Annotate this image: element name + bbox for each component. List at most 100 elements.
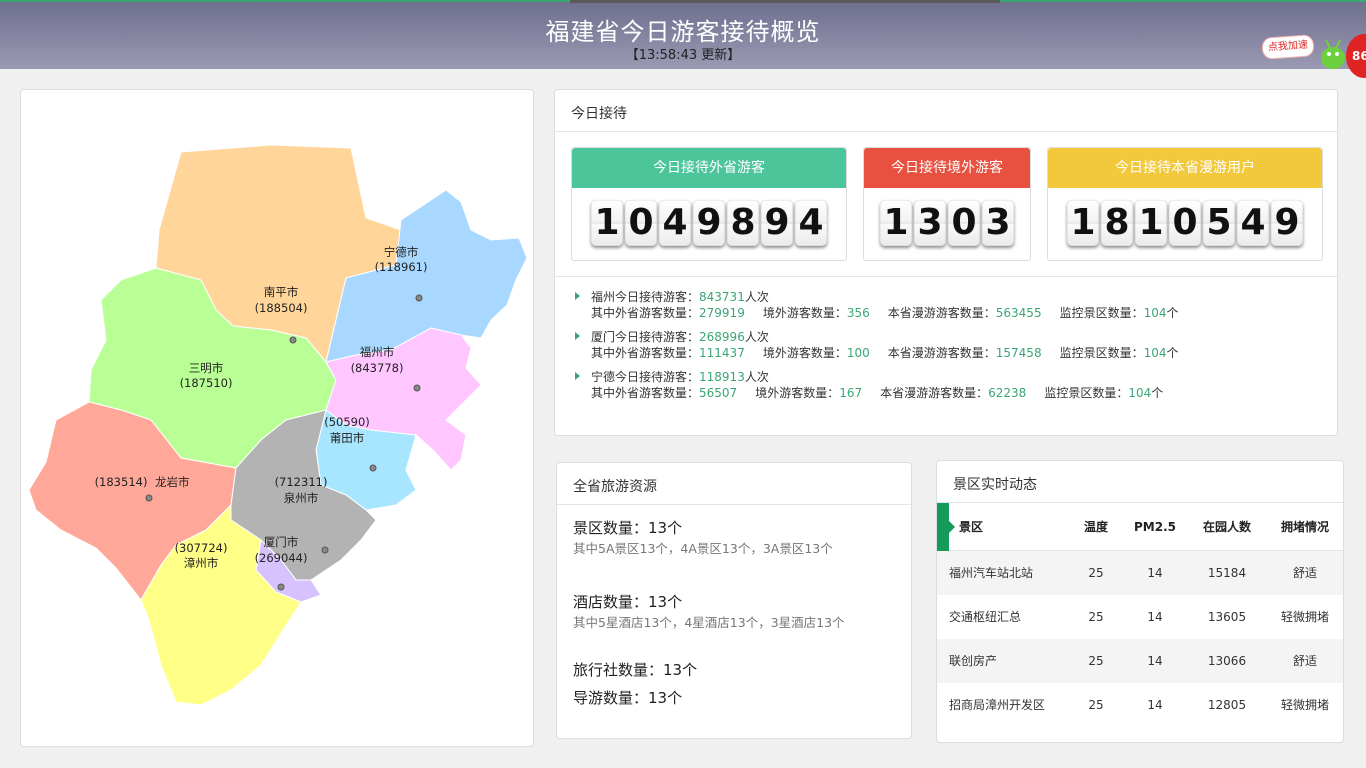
counter-head-roaming: 今日接待本省漫游用户 [1048,148,1322,188]
divider [555,276,1337,277]
map-label-xiamen-name: 厦门市 [264,535,299,549]
stat-label: 境外游客数量： [755,386,840,400]
hotel-detail: 其中5星酒店13个，4星酒店13个，3星酒店13个 [573,615,845,630]
map-label-nanping-value: (188504) [255,301,308,315]
triangle-bullet-icon [575,332,580,340]
cell-scenic: 福州汽车站北站 [949,566,1034,580]
stat-value: 104 [1128,386,1152,400]
scenic-detail: 其中5A景区13个，4A景区13个，3A景区13个 [573,541,833,556]
cell-temperature: 25 [1088,654,1104,668]
counter-digits: 1049894 [572,200,846,246]
column-header-congestion[interactable]: 拥堵情况 [1271,503,1339,551]
stat-value: 104 [1143,306,1167,320]
map-label-longyan-name: 龙岩市 [155,475,190,489]
stat-value: 167 [839,386,863,400]
map-label-quanzhou-value: (712311) [275,475,328,489]
table-row[interactable]: 联创房产 25 14 13066 舒适 [937,639,1343,683]
map-label-fuzhou-name: 福州市 [360,345,395,359]
table-row[interactable]: 福州汽车站北站 25 14 15184 舒适 [937,551,1343,595]
map-marker [277,583,285,591]
city-total: 268996 [699,330,745,344]
column-header-temperature[interactable]: 温度 [1069,503,1123,551]
column-header-visitors[interactable]: 在园人数 [1189,503,1265,551]
map-marker [145,494,153,502]
stat-label: 本省漫游游客数量： [880,386,989,400]
stat-label: 境外游客数量： [762,306,847,320]
list-item: 宁德今日接待游客：118913人次 其中外省游客数量：56507 境外游客数量：1… [575,369,1179,401]
header: 福建省今日游客接待概览 【13:58:43 更新】 点我加速 86 [0,0,1366,78]
page-title: 福建省今日游客接待概览 [545,18,821,46]
cell-visitors: 12805 [1207,698,1247,712]
header-accent [570,0,1000,3]
fujian-map-panel: 宁德市 (118961) 南平市 (188504) 三明市 (187510) 福… [20,89,534,747]
stat-label: 其中外省游客数量： [591,306,700,320]
column-header-scenic[interactable]: 景区 [959,503,1019,551]
cell-scenic: 交通枢纽汇总 [949,610,1022,624]
triangle-bullet-icon [575,372,580,380]
map-marker [321,546,329,554]
counter-digit: 4 [1237,200,1269,246]
stat-value: 62238 [988,386,1027,400]
counter-digit: 0 [1169,200,1201,246]
cell-congestion: 舒适 [1292,566,1317,580]
stat-value: 56507 [699,386,738,400]
city-title: 厦门今日接待游客： [591,330,700,344]
unit-label: 人次 [744,330,769,344]
list-item: 厦门今日接待游客：268996人次 其中外省游客数量：111437 境外游客数量：… [575,329,1179,361]
update-time: 【13:58:43 更新】 [625,48,741,63]
map-label-quanzhou-name: 泉州市 [284,491,319,505]
header-marker [937,503,955,551]
counter-card-foreign: 今日接待境外游客 1303 [863,147,1031,261]
city-title: 宁德今日接待游客： [591,370,700,384]
resources-panel-title: 全省旅游资源 [557,463,911,505]
counter-digit: 8 [1101,200,1133,246]
map-label-putian-name: 莆田市 [330,431,365,445]
cell-temperature: 25 [1088,566,1104,580]
stat-value: 563455 [995,306,1042,320]
scenic-panel-title: 景区实时动态 [937,461,1343,503]
cell-visitors: 15184 [1207,566,1247,580]
cell-temperature: 25 [1088,610,1104,624]
table-row[interactable]: 招商局漳州开发区 25 14 12805 轻微拥堵 [937,683,1343,727]
counter-digit: 4 [659,200,691,246]
cell-pm25: 14 [1147,610,1163,624]
stat-value: 100 [846,346,870,360]
cell-congestion: 轻微拥堵 [1280,698,1329,712]
stat-value: 157458 [995,346,1042,360]
stat-value: 111437 [699,346,745,360]
map-label-zhangzhou-name: 漳州市 [184,556,219,570]
cell-pm25: 14 [1147,654,1163,668]
guide-count: 导游数量：13个 [573,689,683,707]
map-label-longyan-value: (183514) [95,475,148,489]
unit-label: 人次 [744,370,769,384]
counter-card-other-province: 今日接待外省游客 1049894 [571,147,847,261]
cell-congestion: 轻微拥堵 [1280,610,1329,624]
column-header-pm25[interactable]: PM2.5 [1123,503,1187,551]
stat-value: 104 [1143,346,1167,360]
counter-digit: 3 [914,200,946,246]
stat-label: 监控景区数量： [1059,346,1144,360]
cell-visitors: 13605 [1207,610,1247,624]
city-total: 843731 [699,290,745,304]
scenic-realtime-panel: 景区实时动态 景区 温度 PM2.5 在园人数 拥堵情况 福州汽车站北站 25 … [936,460,1344,743]
table-row[interactable]: 交通枢纽汇总 25 14 13605 轻微拥堵 [937,595,1343,639]
speed-up-button[interactable]: 点我加速 [1261,34,1315,60]
agency-count: 旅行社数量：13个 [573,661,698,679]
map-label-fuzhou-value: (843778) [351,361,404,375]
hotel-count: 酒店数量：13个 [573,593,683,611]
counter-head-foreign: 今日接待境外游客 [864,148,1030,188]
city-title: 福州今日接待游客： [591,290,700,304]
counter-digit: 8 [727,200,759,246]
counter-digits: 1810549 [1048,200,1322,246]
scenic-table-header: 景区 温度 PM2.5 在园人数 拥堵情况 [937,503,1343,551]
counter-digit: 9 [693,200,725,246]
map-marker [415,294,423,302]
mascot-icon[interactable] [1316,32,1350,72]
tourism-resources-panel: 全省旅游资源 景区数量：13个 其中5A景区13个，4A景区13个，3A景区13… [556,462,912,739]
cell-temperature: 25 [1088,698,1104,712]
today-reception-panel: 今日接待 今日接待外省游客 1049894 今日接待境外游客 1303 今日接待… [554,89,1338,436]
map-label-zhangzhou-value: (307724) [175,541,228,555]
counter-digit: 1 [880,200,912,246]
cell-pm25: 14 [1147,698,1163,712]
fujian-map: 宁德市 (118961) 南平市 (188504) 三明市 (187510) 福… [28,144,528,706]
